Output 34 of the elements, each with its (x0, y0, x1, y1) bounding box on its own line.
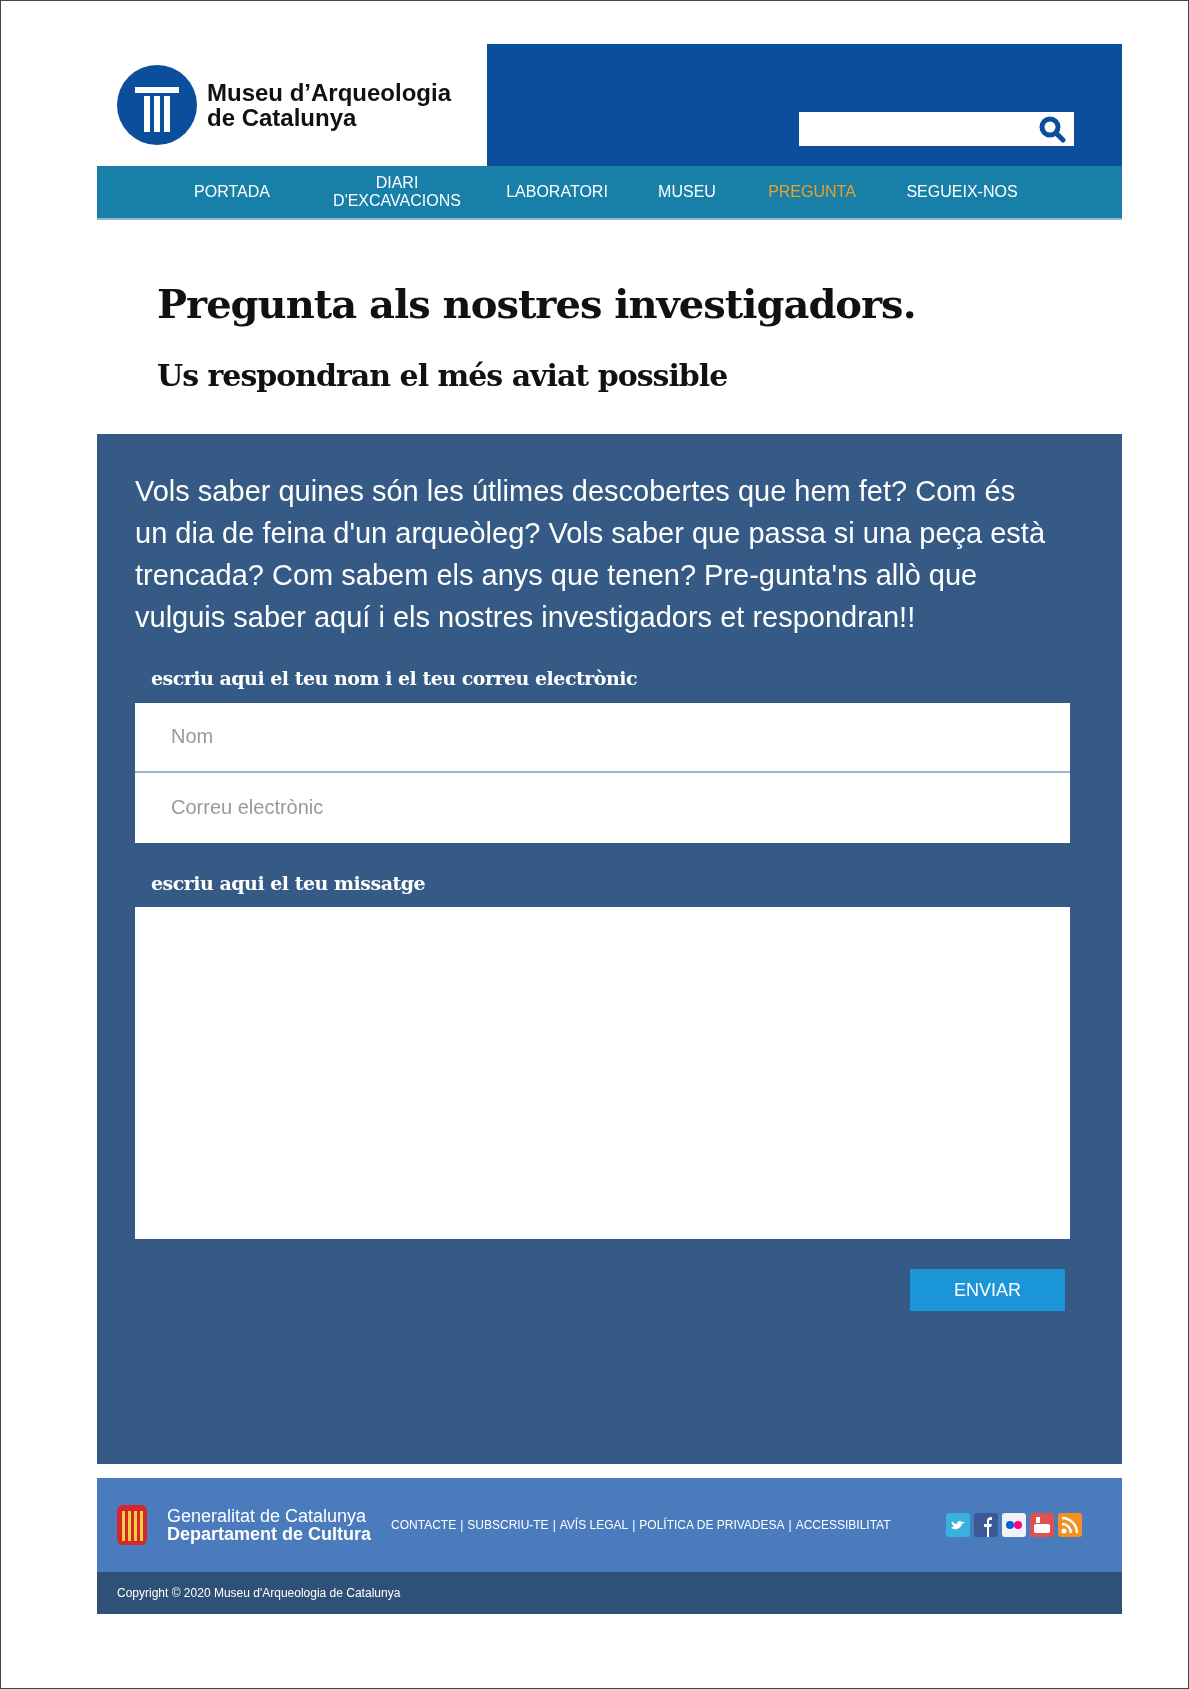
nav-link[interactable]: PORTADA (152, 182, 312, 202)
message-field[interactable] (135, 907, 1070, 1239)
name-field[interactable]: Nom (135, 702, 1070, 773)
message-label: escriu aqui el teu missatge (151, 870, 427, 896)
rss-icon[interactable] (1058, 1513, 1082, 1537)
nav-link[interactable]: DIARI D'EXCAVACIONS (312, 173, 482, 211)
organization-name: Generalitat de Catalunya (167, 1507, 367, 1525)
search-icon (1038, 115, 1066, 143)
footer-link[interactable]: AVÍS LEGAL (559, 1516, 629, 1534)
department-name: Departament de Cultura (167, 1525, 372, 1543)
copyright-text: Copyright © 2020 Museu d'Arqueologia de Catalunya (117, 1585, 401, 1602)
nav-link[interactable]: LABORATORI (482, 182, 632, 202)
contact-label: escriu aqui el teu nom i el teu correu electrònic (151, 666, 639, 691)
footer-link[interactable]: SUBSCRIU-TE (467, 1516, 549, 1534)
submit-button[interactable]: ENVIAR (910, 1269, 1065, 1311)
footer-link[interactable]: POLÍTICA DE PRIVADESA (639, 1516, 785, 1534)
page-subtitle: Us respondran el més aviat possible (157, 358, 729, 394)
email-field[interactable]: Correu electrònic (135, 772, 1070, 843)
facebook-icon[interactable] (974, 1513, 998, 1537)
museum-name: Museu d’Arqueologia (207, 79, 451, 105)
link-separator: | (460, 1517, 464, 1534)
link-separator: | (632, 1517, 636, 1534)
page-title: Pregunta als nostres investigadors. (157, 280, 917, 328)
nav-link[interactable]: MUSEU (632, 182, 742, 202)
column-logo-icon (117, 65, 197, 145)
footer-link[interactable]: ACCESSIBILITAT (795, 1516, 891, 1534)
link-separator: | (788, 1517, 792, 1534)
intro-paragraph: Vols saber quines són les útlimes descobertes que hem fet? Com és un dia de feina d'un arqueòleg? Vols saber que passa si una peça està trencada? Com sabem els anys que tenen? Pre-gunta'ns allò que vulguis saber aquí i els nostres investigadors et respondran!! (135, 474, 1047, 635)
link-separator: | (552, 1517, 556, 1534)
flickr-icon[interactable] (1002, 1513, 1026, 1537)
footer-link[interactable]: CONTACTE (391, 1516, 457, 1534)
nav-link[interactable]: SEGUEIX-NOS (882, 182, 1042, 202)
museum-name: de Catalunya (207, 105, 357, 131)
stripes-logo-icon (117, 1505, 147, 1545)
